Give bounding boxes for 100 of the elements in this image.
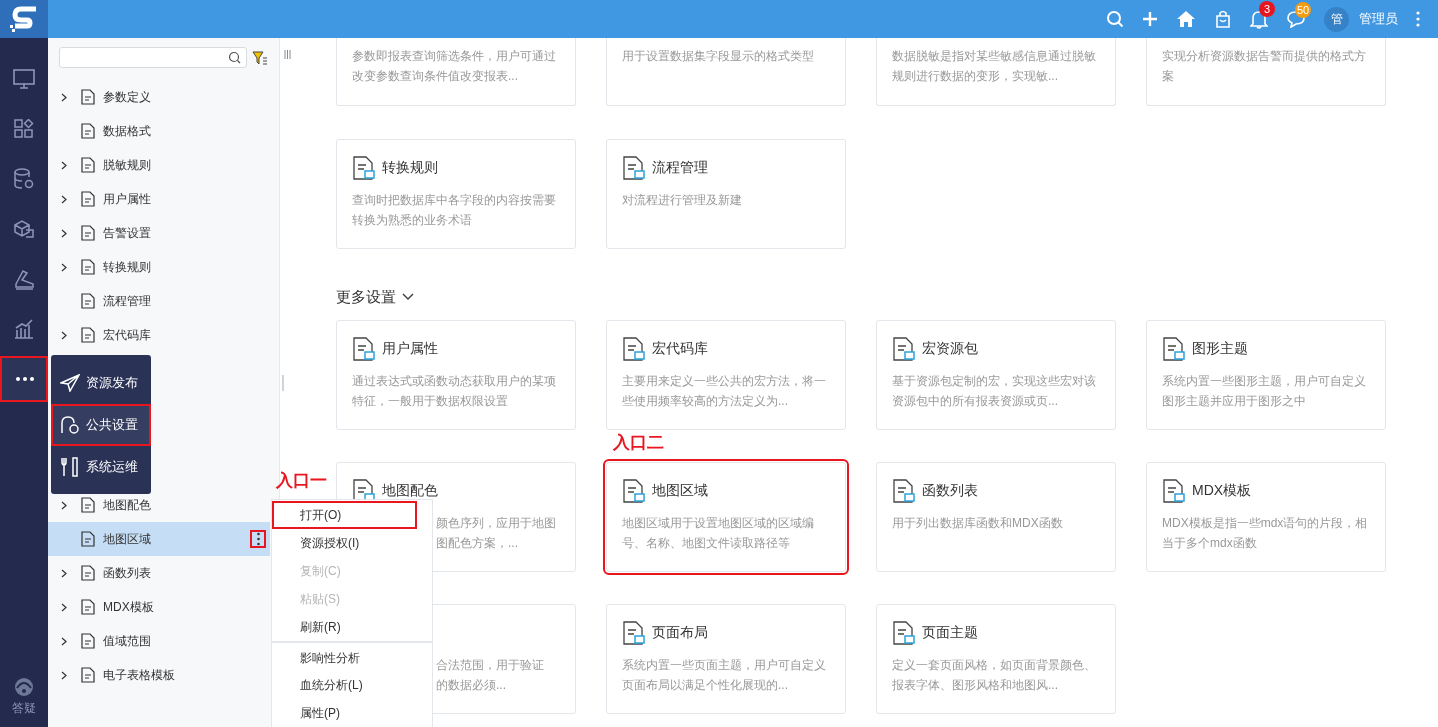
- setting-card[interactable]: 页面主题 定义一套页面风格，如页面背景颜色、 报表字体、图形风格和地图风...: [876, 604, 1116, 714]
- tree-item[interactable]: 告警设置: [48, 216, 270, 250]
- chevron-right-icon[interactable]: [61, 160, 67, 170]
- logo[interactable]: [0, 0, 48, 38]
- tree-item[interactable]: 函数列表: [48, 556, 270, 590]
- card-title: 地图配色: [382, 482, 438, 500]
- card-description: 地图区域用于设置地图区域的区域编 号、名称、地图文件读取路径等: [622, 515, 815, 552]
- chevron-down-icon[interactable]: [402, 293, 414, 301]
- setting-card[interactable]: 页面布局 系统内置一些页面主题，用户可自定义 页面布局以满足个性化展现的...: [606, 604, 846, 714]
- setting-card[interactable]: 流程管理 对流程进行管理及新建: [606, 139, 846, 249]
- chevron-right-icon[interactable]: [61, 330, 67, 340]
- document-icon: [81, 599, 95, 615]
- annotation-label: 入口一: [276, 470, 327, 492]
- card-description: 通过表达式或函数动态获取用户的某项 特征，一般用于数据权限设置: [352, 373, 557, 410]
- document-icon: [81, 191, 95, 207]
- splitter-handle[interactable]: [282, 375, 284, 391]
- setting-card[interactable]: 函数列表 用于列出数据库函数和MDX函数: [876, 462, 1116, 572]
- setting-card[interactable]: 宏代码库 主要用来定义一些公共的宏方法，将一 些使用频率较高的方法定义为...: [606, 320, 846, 430]
- document-icon: [892, 478, 916, 504]
- tree-item[interactable]: 转换规则: [48, 250, 270, 284]
- tree-item-label: 告警设置: [103, 224, 151, 242]
- setting-card[interactable]: 转换规则 查询时把数据库中各字段的内容按需要 转换为熟悉的业务术语: [336, 139, 576, 249]
- tree-item[interactable]: 数据格式: [48, 114, 270, 148]
- card-description: 系统内置一些页面主题，用户可自定义 页面布局以满足个性化展现的...: [622, 657, 827, 694]
- tree-item-label: 流程管理: [103, 292, 151, 310]
- document-icon: [81, 259, 95, 275]
- tree-item[interactable]: 用户属性: [48, 182, 270, 216]
- chevron-right-icon[interactable]: [61, 500, 67, 510]
- chevron-right-icon[interactable]: [61, 194, 67, 204]
- user-avatar[interactable]: 管: [1324, 6, 1349, 32]
- search-icon[interactable]: [228, 51, 241, 64]
- setting-card[interactable]: 宏资源包 基于资源包定制的宏，实现这些宏对该 资源包中的所有报表资源或页...: [876, 320, 1116, 430]
- chevron-right-icon[interactable]: [61, 228, 67, 238]
- chevron-right-icon[interactable]: [61, 262, 67, 272]
- document-icon: [352, 336, 376, 362]
- tree-item[interactable]: 地图区域: [48, 522, 270, 556]
- search-field[interactable]: [59, 47, 247, 68]
- tree-item-label: 转换规则: [103, 258, 151, 276]
- menu-item[interactable]: 影响性分析: [272, 641, 432, 671]
- filter-icon[interactable]: [252, 49, 268, 66]
- item-menu-button[interactable]: [250, 530, 266, 548]
- flyout-item[interactable]: 公共设置: [51, 404, 151, 446]
- tree-item-label: 用户属性: [103, 190, 151, 208]
- search-icon[interactable]: [1106, 10, 1124, 28]
- section-title[interactable]: 更多设置: [336, 287, 396, 307]
- tree-item[interactable]: 电子表格模板: [48, 658, 270, 692]
- monitor-icon: [13, 69, 35, 89]
- document-icon: [81, 667, 95, 683]
- card-title: 用户属性: [382, 340, 438, 358]
- document-icon: [622, 478, 646, 504]
- document-icon: [81, 157, 95, 173]
- chevron-right-icon[interactable]: [61, 602, 67, 612]
- tree-item-label: 电子表格模板: [103, 666, 175, 684]
- card-description: MDX模板是指一些mdx语句的片段，相 当于多个mdx函数: [1162, 515, 1369, 552]
- notification-badge: 3: [1259, 1, 1275, 17]
- flyout-item[interactable]: 资源发布: [51, 362, 151, 404]
- document-icon: [1162, 478, 1186, 504]
- document-icon: [352, 155, 376, 181]
- card-title: MDX模板: [1192, 482, 1252, 500]
- tree-item-label: 值域范围: [103, 632, 151, 650]
- help-icon[interactable]: [13, 676, 35, 698]
- setting-card[interactable]: 图形主题 系统内置一些图形主题，用户可自定义 图形主题并应用于图形之中: [1146, 320, 1386, 430]
- card-description: 用于列出数据库函数和MDX函数: [892, 515, 1064, 532]
- shopping-bag-icon[interactable]: [1214, 10, 1232, 28]
- document-icon: [81, 497, 95, 513]
- chevron-right-icon[interactable]: [61, 92, 67, 102]
- tree-item-label: 参数定义: [103, 88, 151, 106]
- tree-item[interactable]: MDX模板: [48, 590, 270, 624]
- tree-item[interactable]: 宏代码库: [48, 318, 270, 352]
- grip-icon[interactable]: [284, 50, 291, 59]
- paper-plane-icon: [60, 374, 80, 392]
- tree-item[interactable]: 参数定义: [48, 80, 270, 114]
- card-description: 用于设置数据集字段显示的格式类型: [622, 48, 815, 65]
- tree-item[interactable]: 地图配色: [48, 488, 270, 522]
- setting-card[interactable]: 用户属性 通过表达式或函数动态获取用户的某项 特征，一般用于数据权限设置: [336, 320, 576, 430]
- rail-button[interactable]: [0, 356, 48, 402]
- message-badge: 50: [1295, 2, 1312, 18]
- more-icon: [16, 377, 34, 381]
- tree-item[interactable]: 流程管理: [48, 284, 270, 318]
- card-description: 定义一套页面风格，如页面背景颜色、 报表字体、图形风格和地图风...: [892, 657, 1097, 694]
- chevron-right-icon[interactable]: [61, 670, 67, 680]
- tools-icon: [60, 457, 80, 477]
- tree-item[interactable]: 值域范围: [48, 624, 270, 658]
- tree-item[interactable]: 脱敏规则: [48, 148, 270, 182]
- home-icon[interactable]: [1176, 10, 1196, 28]
- chevron-right-icon[interactable]: [61, 636, 67, 646]
- card-description: 参数即报表查询筛选条件，用户可通过 改变参数查询条件值改变报表...: [352, 48, 557, 85]
- setting-card[interactable]: MDX模板 MDX模板是指一些mdx语句的片段，相 当于多个mdx函数: [1146, 462, 1386, 572]
- flyout-item[interactable]: 系统运维: [51, 446, 151, 488]
- help-label[interactable]: 答疑: [12, 700, 36, 717]
- apps-icon: [14, 119, 34, 139]
- card-description: 实现分析资源数据告警而提供的格式方 案: [1162, 48, 1367, 85]
- document-icon: [81, 293, 95, 309]
- section-header[interactable]: 更多设置: [336, 285, 416, 309]
- card-title: 流程管理: [652, 159, 708, 177]
- more-icon[interactable]: [1416, 11, 1420, 27]
- chevron-right-icon[interactable]: [61, 568, 67, 578]
- add-icon[interactable]: [1142, 11, 1158, 27]
- cubes-icon: [13, 219, 35, 239]
- card-description: 数据脱敏是指对某些敏感信息通过脱敏 规则进行数据的变形，实现敏...: [892, 48, 1097, 85]
